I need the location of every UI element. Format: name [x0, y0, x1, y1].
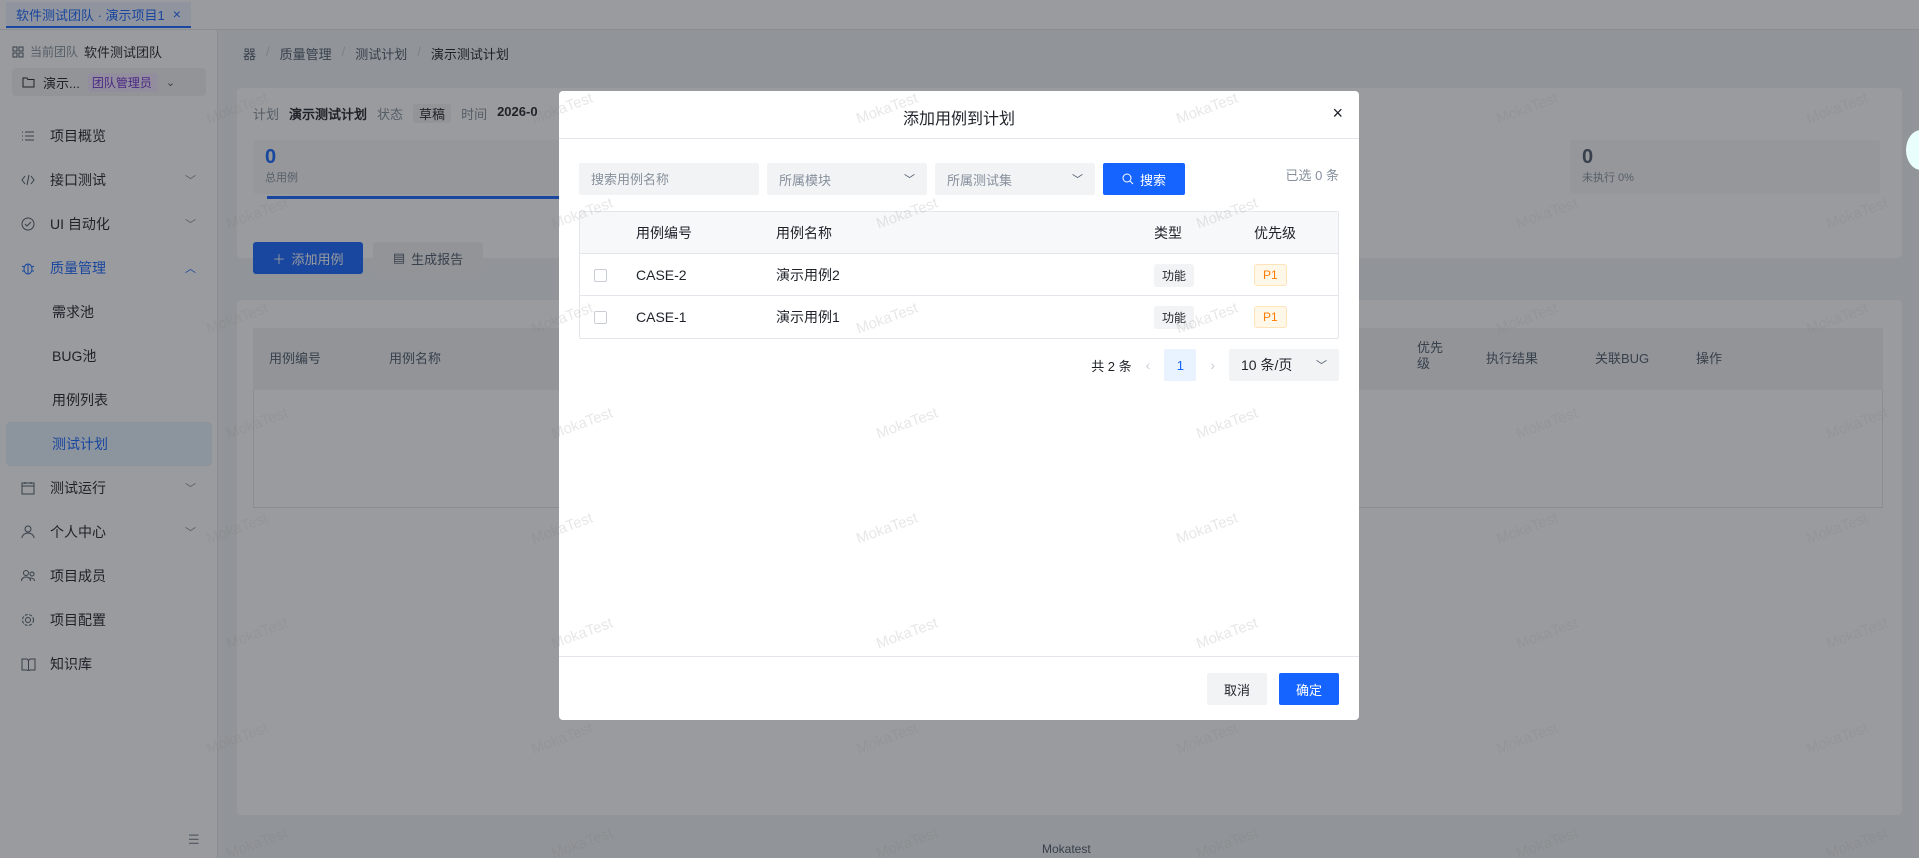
table-row[interactable]: CASE-2 演示用例2 功能 P1 — [580, 254, 1338, 296]
table-row[interactable]: CASE-1 演示用例1 功能 P1 — [580, 296, 1338, 338]
filter-bar: 所属模块 ﹀ 所属测试集 ﹀ 搜索 — [579, 163, 1185, 195]
add-case-modal: 添加用例到计划 × 所属模块 ﹀ 所属测试集 ﹀ 搜索 已选 0 条 用例编号 … — [559, 91, 1359, 720]
module-select-placeholder: 所属模块 — [779, 172, 832, 188]
cancel-button[interactable]: 取消 — [1207, 673, 1267, 705]
selected-count: 已选 0 条 — [1285, 168, 1339, 183]
module-select[interactable]: 所属模块 ﹀ — [767, 163, 927, 195]
row-checkbox[interactable] — [594, 310, 607, 324]
priority-badge: P1 — [1254, 264, 1287, 286]
case-table: 用例编号 用例名称 类型 优先级 CASE-2 演示用例2 功能 P1 CASE… — [579, 211, 1339, 339]
type-badge: 功能 — [1154, 305, 1195, 329]
modal-title: 添加用例到计划 — [902, 111, 1015, 128]
modal-header: 添加用例到计划 × — [559, 91, 1359, 139]
priority-badge: P1 — [1254, 306, 1287, 328]
prev-page-icon[interactable]: ‹ — [1146, 357, 1151, 373]
chevron-down-icon: ﹀ — [1316, 360, 1327, 372]
case-id: CASE-2 — [636, 267, 687, 283]
pagination: 共 2 条 ‹ 1 › 10 条/页 ﹀ — [1091, 349, 1339, 381]
case-table-header: 用例编号 用例名称 类型 优先级 — [580, 212, 1338, 254]
page-1-button[interactable]: 1 — [1164, 349, 1197, 381]
case-id: CASE-1 — [636, 309, 687, 325]
page-size-value: 10 条/页 — [1241, 357, 1293, 373]
search-button-label: 搜索 — [1139, 172, 1166, 188]
confirm-button[interactable]: 确定 — [1279, 673, 1339, 705]
chevron-down-icon: ﹀ — [904, 174, 915, 186]
pagination-total: 共 2 条 — [1091, 358, 1132, 374]
case-name: 演示用例2 — [776, 267, 840, 283]
search-button[interactable]: 搜索 — [1103, 163, 1185, 195]
column-header: 用例名称 — [776, 225, 832, 241]
row-checkbox[interactable] — [594, 268, 607, 282]
modal-footer: 取消 确定 — [559, 656, 1359, 720]
search-input[interactable] — [579, 163, 759, 195]
close-icon[interactable]: × — [1332, 103, 1343, 124]
type-badge: 功能 — [1154, 263, 1195, 287]
case-name: 演示用例1 — [776, 309, 840, 325]
page-size-select[interactable]: 10 条/页 ﹀ — [1229, 349, 1339, 381]
column-header: 类型 — [1154, 225, 1182, 241]
chevron-down-icon: ﹀ — [1072, 174, 1083, 186]
column-header: 用例编号 — [636, 225, 692, 241]
suite-select-placeholder: 所属测试集 — [947, 172, 1013, 188]
suite-select[interactable]: 所属测试集 ﹀ — [935, 163, 1095, 195]
next-page-icon[interactable]: › — [1210, 357, 1215, 373]
column-header: 优先级 — [1254, 225, 1296, 241]
search-icon — [1122, 173, 1134, 185]
